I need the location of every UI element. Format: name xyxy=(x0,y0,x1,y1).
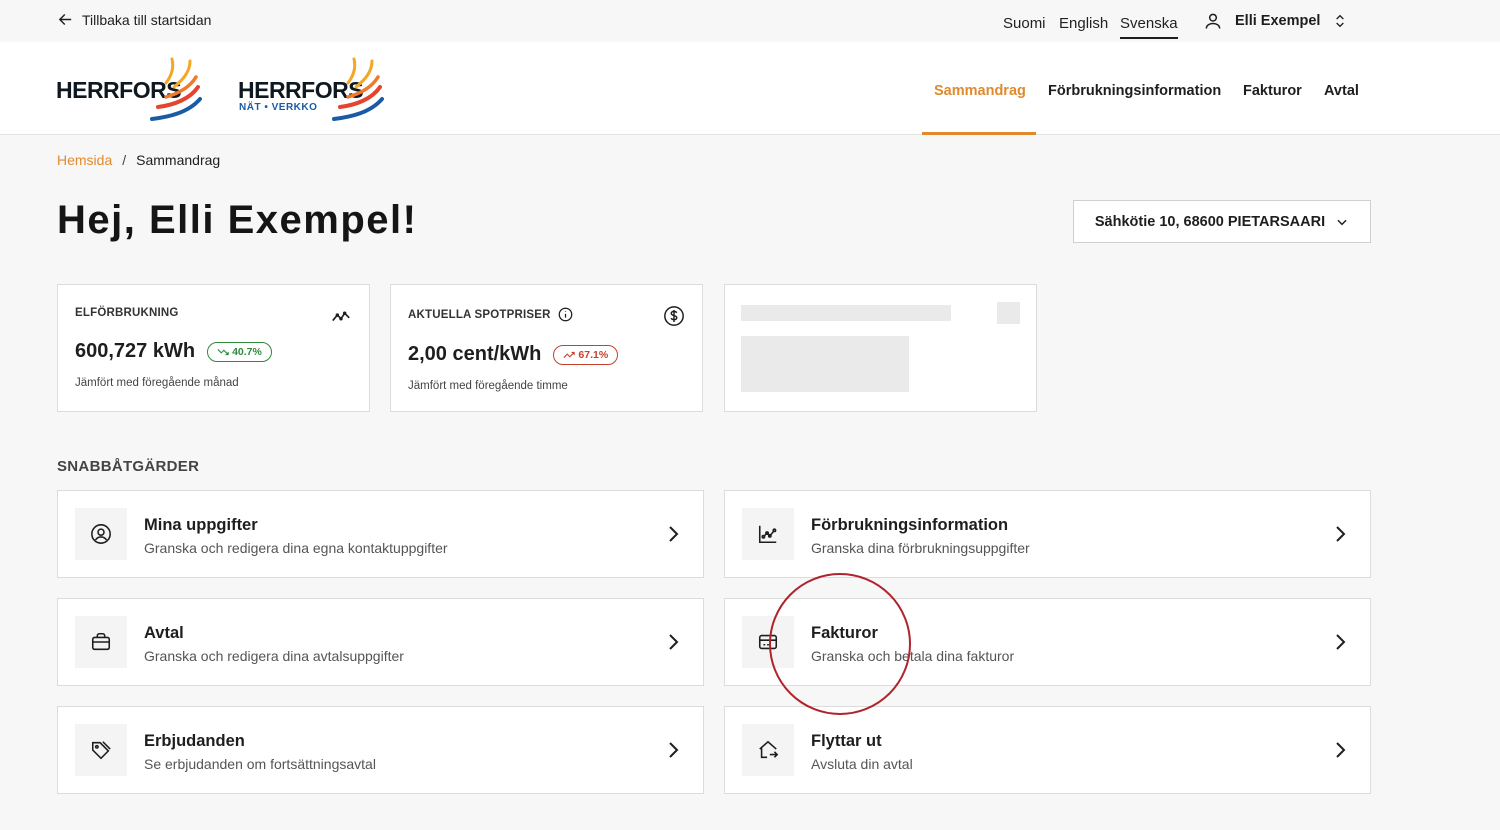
back-link-label: Tillbaka till startsidan xyxy=(82,11,212,28)
qa-subtitle: Avsluta din avtal xyxy=(811,756,913,772)
stat-card-consumption: ELFÖRBRUKNING 600,727 kWh 40.7% Jämfört … xyxy=(57,284,370,412)
stat-title: ELFÖRBRUKNING xyxy=(75,307,179,319)
address-select[interactable]: Sähkötie 10, 68600 PIETARSAARI xyxy=(1073,200,1371,243)
skeleton-line xyxy=(741,305,951,321)
lang-svenska[interactable]: Svenska xyxy=(1120,15,1178,39)
quick-action-avtal[interactable]: Avtal Granska och redigera dina avtalsup… xyxy=(57,598,704,686)
stat-note: Jämfört med föregående timme xyxy=(408,380,568,392)
tag-icon xyxy=(91,741,111,760)
user-circle-icon xyxy=(91,524,111,544)
qa-subtitle: Granska och redigera dina egna kontaktup… xyxy=(144,540,448,556)
qa-icon-box xyxy=(75,508,127,560)
chevron-right-icon xyxy=(1336,742,1346,758)
address-select-value: Sähkötie 10, 68600 PIETARSAARI xyxy=(1094,213,1326,230)
change-value: 40.7% xyxy=(232,345,262,358)
stat-value-row: 600,727 kWh 40.7% xyxy=(75,340,272,363)
qa-icon-box xyxy=(742,616,794,668)
stat-value-row: 2,00 cent/kWh 67.1% xyxy=(408,343,619,366)
herrfors-logo[interactable]: HERRFORS xyxy=(56,57,206,121)
lang-english[interactable]: English xyxy=(1059,15,1108,32)
site-header: HERRFORS HERRFORS NÄT • VERKKO Sammandra… xyxy=(0,42,1500,135)
qa-icon-box xyxy=(742,724,794,776)
chevron-right-icon xyxy=(669,742,679,758)
flame-logo-icon xyxy=(150,57,202,121)
qa-title: Fakturor xyxy=(811,624,878,642)
chevron-right-icon xyxy=(1336,634,1346,650)
skeleton-block xyxy=(741,336,909,392)
section-title: SNABBÅTGÄRDER xyxy=(57,458,200,475)
change-badge-down: 40.7% xyxy=(207,341,272,362)
qa-subtitle: Granska och redigera dina avtalsuppgifte… xyxy=(144,648,404,664)
breadcrumb-separator: / xyxy=(122,152,127,168)
qa-icon-box xyxy=(742,508,794,560)
stat-note: Jämfört med föregående månad xyxy=(75,377,239,389)
qa-icon-box xyxy=(75,616,127,668)
stat-title-text: ELFÖRBRUKNING xyxy=(75,307,179,319)
breadcrumb-current: Sammandrag xyxy=(136,152,221,168)
qa-subtitle: Granska och betala dina fakturor xyxy=(811,648,1015,664)
info-icon[interactable] xyxy=(558,307,573,322)
card-icon xyxy=(758,634,778,650)
quick-action-erbjudanden[interactable]: Erbjudanden Se erbjudanden om fortsättni… xyxy=(57,706,704,794)
quick-action-fakturor[interactable]: Fakturor Granska och betala dina fakturo… xyxy=(724,598,1371,686)
qa-title: Förbrukningsinformation xyxy=(811,516,1009,534)
qa-title: Avtal xyxy=(144,624,184,642)
herrfors-nat-logo[interactable]: HERRFORS NÄT • VERKKO xyxy=(238,57,388,121)
chevron-right-icon xyxy=(1336,526,1346,542)
qa-title: Mina uppgifter xyxy=(144,516,258,534)
chevron-right-icon xyxy=(669,526,679,542)
skeleton-icon xyxy=(997,302,1020,324)
qa-title: Flyttar ut xyxy=(811,732,882,750)
chevron-up-down-icon xyxy=(1336,14,1345,28)
stat-card-loading xyxy=(724,284,1037,412)
stat-value: 2,00 cent/kWh xyxy=(408,343,542,365)
qa-subtitle: Se erbjudanden om fortsättningsavtal xyxy=(144,756,376,772)
quick-action-flyttar-ut[interactable]: Flyttar ut Avsluta din avtal xyxy=(724,706,1371,794)
nav-active-indicator xyxy=(922,132,1036,135)
nav-avtal[interactable]: Avtal xyxy=(1324,83,1359,99)
back-to-home-link[interactable]: Tillbaka till startsidan xyxy=(57,11,211,28)
user-menu[interactable]: Elli Exempel xyxy=(1203,11,1348,31)
dollar-circle-icon xyxy=(664,306,684,326)
flame-logo-icon xyxy=(332,57,384,121)
breadcrumb: Hemsida / Sammandrag xyxy=(57,152,220,168)
user-icon xyxy=(1205,13,1221,29)
stat-title: AKTUELLA SPOTPRISER xyxy=(408,307,573,322)
qa-subtitle: Granska dina förbrukningsuppgifter xyxy=(811,540,1030,556)
qa-title: Erbjudanden xyxy=(144,732,245,750)
nav-forbrukningsinformation[interactable]: Förbrukningsinformation xyxy=(1048,83,1221,99)
change-badge-up: 67.1% xyxy=(553,344,619,365)
arrow-left-icon xyxy=(58,14,72,25)
nav-sammandrag[interactable]: Sammandrag xyxy=(934,83,1026,99)
quick-action-forbrukningsinformation[interactable]: Förbrukningsinformation Granska dina för… xyxy=(724,490,1371,578)
briefcase-icon xyxy=(91,632,111,651)
stat-value: 600,727 kWh xyxy=(75,340,196,362)
trend-down-icon xyxy=(217,348,229,355)
chevron-right-icon xyxy=(669,634,679,650)
page-title: Hej, Elli Exempel! xyxy=(57,198,418,242)
user-name: Elli Exempel xyxy=(1235,13,1321,29)
qa-icon-box xyxy=(75,724,127,776)
breadcrumb-home[interactable]: Hemsida xyxy=(57,152,112,168)
chevron-down-icon xyxy=(1337,219,1347,225)
trend-up-icon xyxy=(563,351,576,358)
trend-line-icon xyxy=(332,311,350,322)
change-value: 67.1% xyxy=(578,348,609,361)
stat-card-spot-price: AKTUELLA SPOTPRISER 2,00 cent/kWh 67.1% … xyxy=(390,284,703,412)
top-bar: Tillbaka till startsidan Suomi English S… xyxy=(0,0,1500,42)
lang-suomi[interactable]: Suomi xyxy=(1003,15,1046,32)
quick-action-mina-uppgifter[interactable]: Mina uppgifter Granska och redigera dina… xyxy=(57,490,704,578)
nav-fakturor[interactable]: Fakturor xyxy=(1243,83,1302,99)
stat-title-text: AKTUELLA SPOTPRISER xyxy=(408,308,551,321)
logo-subtext: NÄT • VERKKO xyxy=(239,102,318,113)
chart-icon xyxy=(758,525,777,544)
house-move-icon xyxy=(759,740,779,759)
